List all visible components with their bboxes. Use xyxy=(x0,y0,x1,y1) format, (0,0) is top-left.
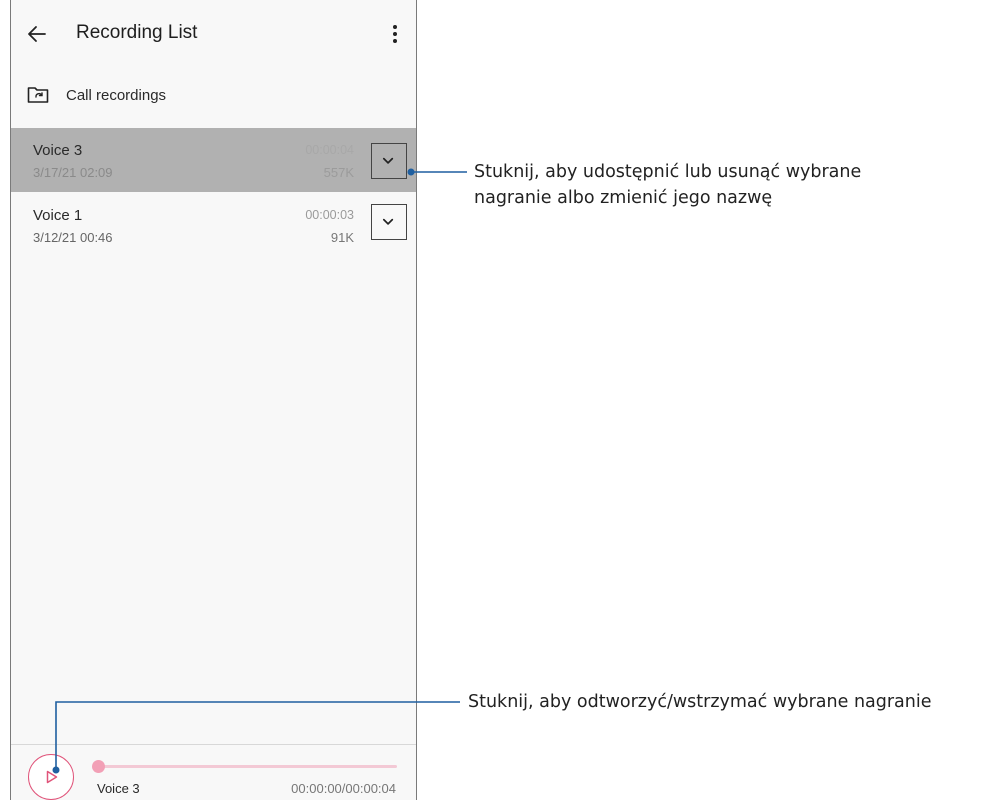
playback-thumb[interactable] xyxy=(92,760,105,773)
app-bar: Recording List xyxy=(11,0,416,70)
more-options-icon[interactable] xyxy=(387,22,403,46)
folder-label: Call recordings xyxy=(66,87,167,104)
annotation-expand-line1: Stuknij, aby udostępnić lub usunąć wybra… xyxy=(474,162,862,182)
playback-progress-bar[interactable] xyxy=(97,765,397,768)
audio-player: Voice 3 00:00:00/00:00:04 xyxy=(11,745,416,800)
recording-date: 3/12/21 00:46 xyxy=(33,230,113,245)
player-recording-name: Voice 3 xyxy=(97,781,140,796)
player-time: 00:00:00/00:00:04 xyxy=(291,781,396,796)
folder-sync-icon xyxy=(27,87,49,103)
recording-expand-button[interactable] xyxy=(371,204,407,240)
annotation-expand-line2: nagranie albo zmienić jego nazwę xyxy=(474,188,773,208)
recording-duration: 00:00:03 xyxy=(305,208,354,222)
recording-name: Voice 1 xyxy=(33,207,83,224)
play-pause-button[interactable] xyxy=(28,754,74,800)
back-arrow-icon[interactable] xyxy=(25,22,49,46)
recording-item[interactable]: Voice 1 3/12/21 00:46 00:00:03 91K xyxy=(11,193,416,257)
recording-name: Voice 3 xyxy=(33,142,83,159)
recording-item[interactable]: Voice 3 3/17/21 02:09 00:00:04 557K xyxy=(11,128,416,192)
recording-expand-button[interactable] xyxy=(371,143,407,179)
play-icon xyxy=(46,770,58,784)
recording-date: 3/17/21 02:09 xyxy=(33,165,113,180)
page-title: Recording List xyxy=(76,22,198,43)
chevron-down-icon xyxy=(382,157,394,164)
chevron-down-icon xyxy=(382,218,394,225)
recording-size: 557K xyxy=(323,165,354,180)
recording-size: 91K xyxy=(330,230,354,245)
recording-duration: 00:00:04 xyxy=(305,143,354,157)
call-recordings-folder[interactable]: Call recordings xyxy=(11,80,416,114)
annotation-play: Stuknij, aby odtworzyć/wstrzymać wybrane… xyxy=(468,692,932,712)
phone-screen: Recording List Call recordings Voice 3 3… xyxy=(10,0,417,800)
